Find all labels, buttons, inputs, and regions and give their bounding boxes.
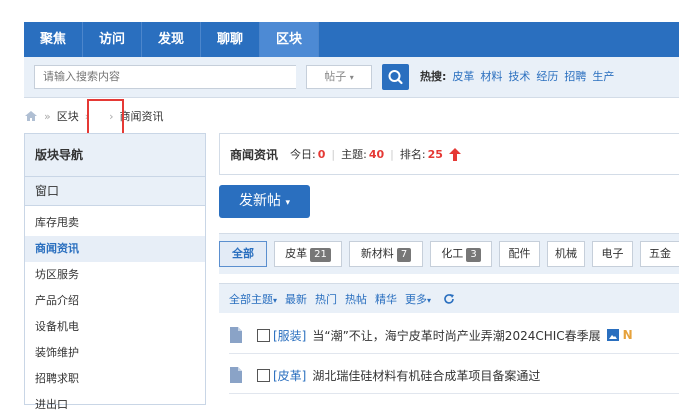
hot-tag[interactable]: 生产 — [592, 57, 614, 97]
tab-label: 电子 — [601, 247, 624, 260]
sidebar-item[interactable]: 装饰维护 — [25, 340, 205, 366]
hot-tag[interactable]: 技术 — [508, 57, 530, 97]
thread-filter-bar: 全部主题▾ 最新 热门 热帖 精华 更多▾ — [219, 283, 679, 313]
breadcrumb-separator: » — [44, 109, 51, 123]
thread-category[interactable]: [服装] — [273, 327, 306, 344]
filter-label: 更多 — [405, 292, 428, 306]
search-icon — [388, 70, 403, 85]
tab-label: 皮革 — [285, 247, 308, 260]
home-icon[interactable] — [24, 110, 38, 122]
hot-tag[interactable]: 材料 — [480, 57, 502, 97]
tab-parts[interactable]: 配件 — [499, 241, 540, 267]
sidebar-item[interactable]: 产品介绍 — [25, 288, 205, 314]
tab-label: 机械 — [555, 247, 577, 260]
caret-down-icon: ▾ — [285, 198, 290, 208]
search-button[interactable] — [382, 64, 409, 90]
sidebar-title: 版块导航 — [25, 134, 205, 177]
tab-electronics[interactable]: 电子 — [592, 241, 633, 267]
filter-more[interactable]: 更多▾ — [405, 291, 431, 307]
sidebar-item-active[interactable]: 商闻资讯 — [25, 236, 205, 262]
sidebar-item[interactable]: 设备机电 — [25, 314, 205, 340]
divider: | — [331, 147, 336, 161]
filter-digest[interactable]: 精华 — [375, 291, 397, 307]
topics-label: 主题: — [341, 148, 367, 161]
thread-row[interactable]: [皮革] 湖北瑞佳硅材料有机硅合成革项目备案通过 — [229, 357, 679, 394]
tab-count-badge: 7 — [396, 248, 412, 262]
tab-chemical[interactable]: 化工 3 — [430, 241, 492, 267]
tab-label: 全部 — [232, 247, 254, 260]
sidebar-item[interactable]: 招聘求职 — [25, 366, 205, 392]
sidebar-item[interactable]: 坊区服务 — [25, 262, 205, 288]
chevron-down-icon: ▾ — [349, 73, 354, 82]
thread-row[interactable]: [服装] 当“潮”不让，海宁皮革时尚产业弄潮2024CHIC春季展 N — [229, 317, 679, 354]
category-tabs: 全部 皮革 21 新材料 7 化工 3 配件 机械 电子 五金 — [219, 233, 679, 274]
today-label: 今日: — [290, 148, 316, 161]
hot-search-label: 热搜: — [420, 70, 447, 83]
search-bar: 帖子 ▾ 热搜: 皮革 材料 技术 经历 招聘 生产 — [24, 57, 679, 98]
image-attachment-icon — [606, 329, 619, 341]
sidebar-list: 库存甩卖 商闻资讯 坊区服务 产品介绍 设备机电 装饰维护 招聘求职 进出口 — [25, 206, 205, 418]
search-type-select[interactable]: 帖子 ▾ — [306, 65, 372, 89]
board-header: 商闻资讯 今日: 0 | 主题: 40 | 排名: 25 — [219, 133, 679, 175]
hot-tag[interactable]: 皮革 — [452, 57, 474, 97]
thread-title[interactable]: 当“潮”不让，海宁皮革时尚产业弄潮2024CHIC春季展 — [312, 327, 600, 344]
thread-title[interactable]: 湖北瑞佳硅材料有机硅合成革项目备案通过 — [312, 367, 540, 384]
new-post-button[interactable]: 发新帖 ▾ — [219, 185, 310, 218]
tab-label: 配件 — [508, 247, 531, 260]
board-nav-sidebar: 版块导航 窗口 库存甩卖 商闻资讯 坊区服务 产品介绍 设备机电 装饰维护 招聘… — [24, 133, 206, 411]
topics-count: 40 — [368, 147, 385, 161]
tab-label: 新材料 — [360, 247, 394, 260]
new-post-label: 发新帖 — [239, 193, 281, 209]
tab-hardware[interactable]: 五金 — [640, 241, 679, 267]
tab-count-badge: 21 — [310, 248, 331, 262]
new-flag: N — [622, 328, 633, 342]
refresh-icon[interactable] — [443, 293, 455, 305]
hot-search: 热搜: 皮革 材料 技术 经历 招聘 生产 — [420, 57, 614, 97]
board-name: 商闻资讯 — [230, 147, 279, 162]
sidebar-item[interactable]: 库存甩卖 — [25, 210, 205, 236]
filter-popular[interactable]: 热门 — [315, 291, 337, 307]
nav-item-discover[interactable]: 发现 — [142, 22, 201, 57]
thread-category[interactable]: [皮革] — [273, 367, 306, 384]
breadcrumb-item-current[interactable]: 商闻资讯 — [120, 108, 164, 124]
filter-hot[interactable]: 热帖 — [345, 291, 367, 307]
document-icon — [230, 327, 242, 343]
nav-item-visit[interactable]: 访问 — [83, 22, 142, 57]
thread-checkbox[interactable] — [257, 328, 270, 342]
tab-leather[interactable]: 皮革 21 — [274, 241, 342, 267]
tab-all[interactable]: 全部 — [219, 241, 267, 267]
tab-new-materials[interactable]: 新材料 7 — [349, 241, 423, 267]
filter-all-topics[interactable]: 全部主题▾ — [229, 291, 277, 307]
nav-item-blocks[interactable]: 区块 — [260, 22, 319, 57]
today-count: 0 — [317, 147, 326, 161]
caret-down-icon: ▾ — [273, 295, 278, 305]
caret-down-icon: ▾ — [427, 295, 432, 305]
tab-machinery[interactable]: 机械 — [547, 241, 585, 267]
search-input[interactable] — [34, 65, 296, 89]
breadcrumb-item[interactable]: 区块 — [57, 108, 79, 124]
filter-label: 全部主题 — [229, 292, 273, 306]
rank-value: 25 — [427, 147, 443, 161]
top-nav: 聚焦 访问 发现 聊聊 区块 — [24, 22, 679, 57]
document-icon — [230, 367, 242, 383]
divider: | — [390, 147, 394, 161]
nav-item-focus[interactable]: 聚焦 — [24, 22, 83, 57]
tab-label: 五金 — [649, 247, 671, 260]
hot-tag[interactable]: 经历 — [536, 57, 558, 97]
filter-latest[interactable]: 最新 — [285, 291, 307, 307]
hot-tag[interactable]: 招聘 — [564, 57, 586, 97]
sidebar-item[interactable]: 进出口 — [25, 392, 205, 418]
tab-count-badge: 3 — [466, 248, 481, 262]
tab-label: 化工 — [441, 247, 464, 260]
rank-label: 排名: — [399, 148, 426, 161]
nav-item-chat[interactable]: 聊聊 — [201, 22, 260, 57]
search-type-value: 帖子 — [324, 70, 347, 83]
thread-checkbox[interactable] — [257, 368, 270, 382]
rank-up-arrow-icon — [448, 147, 461, 161]
sidebar-window-label[interactable]: 窗口 — [25, 177, 205, 206]
